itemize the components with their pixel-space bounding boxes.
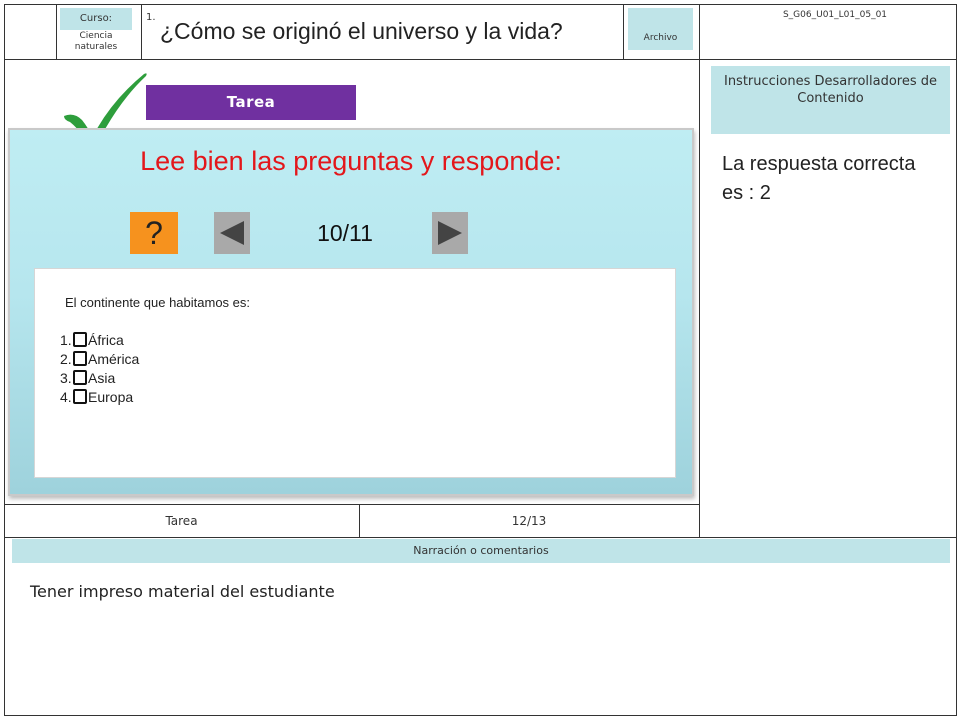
- next-button[interactable]: [432, 212, 468, 254]
- option-checkbox[interactable]: [73, 389, 87, 404]
- course-label: Curso:: [60, 8, 132, 30]
- option-checkbox[interactable]: [73, 332, 87, 347]
- previous-button[interactable]: [214, 212, 250, 254]
- option-number: 4.: [60, 389, 72, 405]
- answer-note: La respuesta correcta es : 2: [722, 153, 916, 204]
- option-label: Europa: [88, 389, 134, 405]
- option-number: 2.: [60, 351, 72, 367]
- option-2[interactable]: 2. América: [60, 350, 139, 369]
- option-3[interactable]: 3. Asia: [60, 369, 115, 388]
- narration-label: Narración o comentarios: [12, 539, 950, 563]
- lesson-number: 1.: [146, 12, 156, 23]
- page-number-cell: 12/13: [511, 514, 547, 528]
- activity-heading: Lee bien las preguntas y responde:: [140, 146, 562, 176]
- resource-code: S_G06_U01_L01_05_01: [782, 10, 888, 20]
- option-1[interactable]: 1. África: [60, 331, 124, 350]
- developer-instructions-label: Instrucciones Desarrolladores de Conteni…: [711, 66, 950, 134]
- course-value: Ciencia naturales: [74, 31, 118, 52]
- option-label: Asia: [88, 370, 116, 386]
- task-banner: Tarea: [146, 85, 356, 120]
- file-label: Archivo: [628, 8, 693, 50]
- option-checkbox[interactable]: [73, 370, 87, 385]
- option-4[interactable]: 4. Europa: [60, 388, 133, 407]
- task-type-cell: Tarea: [165, 514, 198, 528]
- help-button[interactable]: ?: [130, 212, 178, 254]
- option-number: 1.: [60, 332, 72, 348]
- triangle-left-icon: [220, 221, 244, 245]
- question-text: El continente que habitamos es:: [65, 295, 251, 310]
- page-title: ¿Cómo se originó el universo y la vida?: [160, 18, 563, 44]
- triangle-right-icon: [438, 221, 462, 245]
- option-number: 3.: [60, 370, 72, 386]
- option-label: América: [88, 351, 140, 367]
- option-label: África: [88, 332, 124, 348]
- option-checkbox[interactable]: [73, 351, 87, 366]
- question-counter: 10/11: [317, 220, 373, 246]
- narration-notes: Tener impreso material del estudiante: [30, 582, 335, 601]
